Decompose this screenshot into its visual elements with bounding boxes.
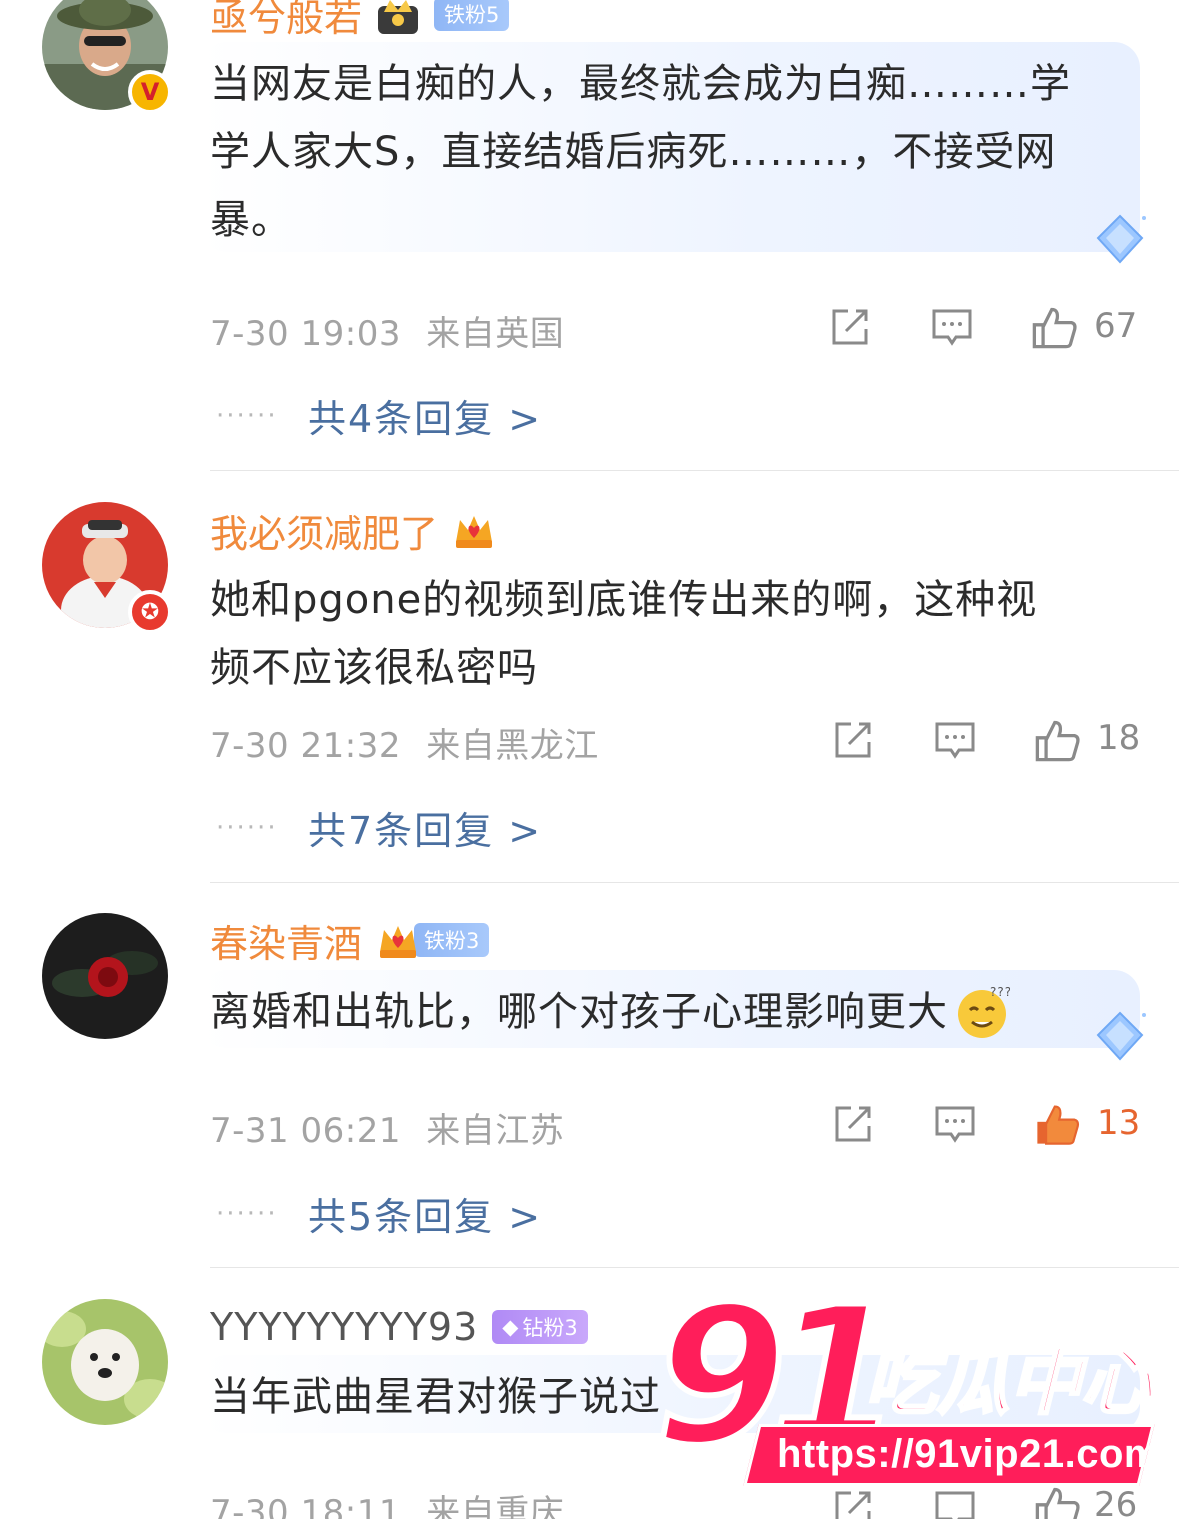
name-row: 春染青酒 铁粉3 [210, 910, 490, 970]
diamond-fan-badge-label: 钻粉3 [522, 1316, 578, 1340]
thinking-emoji-icon: ??? [958, 985, 1010, 1038]
comment-location: 来自英国 [426, 314, 565, 354]
view-replies-link[interactable]: 共7条回复 > [308, 800, 542, 855]
diamond-gem-icon [1096, 1011, 1146, 1061]
comment-meta: 7-31 06:21 来自江苏 [210, 1103, 564, 1152]
username[interactable]: 春染青酒 [210, 913, 362, 968]
avatar[interactable] [42, 1299, 168, 1425]
comment-text: 当网友是白痴的人，最终就会成为白痴………学 学人家大S，直接结婚后病死………，不… [210, 50, 1130, 254]
thumbs-up-icon[interactable] [1033, 716, 1081, 764]
like-count: 18 [1097, 718, 1141, 758]
view-replies-link[interactable]: 共5条回复 > [308, 1186, 542, 1241]
star-icon: ✪ [140, 599, 160, 625]
user-avatar-image [42, 913, 168, 1039]
comment-2: ✪ 我必须减肥了 她和pgone的视频到底谁传出来的啊，这种视 频不应该很私密吗… [0, 470, 1179, 882]
avatar[interactable] [42, 913, 168, 1039]
verified-v-badge: V [128, 70, 172, 114]
replies-row[interactable]: ······ 共4条回复 > [216, 388, 542, 443]
comment-text-line: 频不应该很私密吗 [210, 645, 538, 691]
site-watermark: 91 吃瓜中心 https://91vip21.com [652, 1269, 1165, 1506]
comment-text-line: 学人家大S，直接结婚后病死………，不接受网 [210, 129, 1057, 175]
share-icon[interactable] [831, 718, 875, 762]
comment-text: 离婚和出轨比，哪个对孩子心理影响更大 ??? [210, 978, 1130, 1046]
comment-meta: 7-30 21:32 来自黑龙江 [210, 718, 599, 767]
dots: ······ [216, 812, 278, 843]
comment-location: 来自重庆 [426, 1493, 565, 1519]
comment-text-line: 暴。 [210, 197, 292, 243]
diamond-fan-badge: ◆ 钻粉3 [492, 1310, 588, 1344]
comment-time: 7-31 06:21 [210, 1111, 401, 1151]
comment-location: 来自黑龙江 [426, 726, 599, 766]
diamond-gem-icon [1096, 214, 1146, 264]
verified-v-icon: V [140, 78, 160, 106]
member-star-badge: ✪ [128, 590, 172, 634]
like-count: 67 [1094, 306, 1138, 346]
comment-time: 7-30 19:03 [210, 314, 401, 354]
comment-time: 7-30 21:32 [210, 726, 401, 766]
iron-fan-badge: 铁粉5 [434, 0, 510, 31]
name-row: 我必须减肥了 [210, 500, 496, 560]
comment-text-line-content: 离婚和出轨比，哪个对孩子心理影响更大 [210, 989, 948, 1035]
name-row: 亟兮般若 铁粉5 [210, 0, 510, 44]
thumbs-up-liked-icon[interactable] [1033, 1100, 1081, 1148]
iron-fan-badge: 铁粉3 [414, 923, 490, 957]
crown-icon [378, 0, 419, 34]
svg-text:???: ??? [990, 985, 1010, 999]
name-row: YYYYYYYYY93 ◆ 钻粉3 [210, 1297, 588, 1357]
comment-3: 春染青酒 铁粉3 离婚和出轨比，哪个对孩子心理影响更大 ??? 7-31 06:… [0, 882, 1179, 1267]
comment-1: V 亟兮般若 铁粉5 当网友是白痴的人，最终就会成为白痴………学 学人家大S，直… [0, 0, 1179, 470]
comment-time: 7-30 18:11 [210, 1493, 401, 1519]
comment-meta: 7-30 18:11 来自重庆 [210, 1485, 564, 1519]
comment-text-line: 离婚和出轨比，哪个对孩子心理影响更大 ??? [210, 978, 1130, 1046]
username[interactable]: 亟兮般若 [210, 0, 362, 42]
comment-icon[interactable] [933, 1102, 977, 1146]
comment-text: 她和pgone的视频到底谁传出来的啊，这种视 频不应该很私密吗 [210, 566, 1130, 702]
dots: ······ [216, 1198, 278, 1229]
crown-icon [456, 516, 493, 548]
badge-group: 铁粉3 [376, 918, 490, 962]
comment-meta: 7-30 19:03 来自英国 [210, 306, 564, 355]
share-icon[interactable] [831, 1102, 875, 1146]
username[interactable]: 我必须减肥了 [210, 503, 438, 558]
view-replies-link[interactable]: 共4条回复 > [308, 388, 542, 443]
user-avatar-image [42, 1299, 168, 1425]
comment-text-line: 她和pgone的视频到底谁传出来的啊，这种视 [210, 577, 1038, 623]
thumbs-up-icon[interactable] [1030, 303, 1078, 351]
share-icon[interactable] [828, 305, 872, 349]
watermark-title: 吃瓜中心 [863, 1340, 1154, 1424]
username[interactable]: YYYYYYYYY93 [210, 1305, 478, 1349]
watermark-url: https://91vip21.com [777, 1432, 1160, 1476]
replies-row[interactable]: ······ 共7条回复 > [216, 800, 542, 855]
like-count: 13 [1097, 1103, 1141, 1143]
comment-icon[interactable] [930, 305, 974, 349]
dots: ······ [216, 400, 278, 431]
replies-row[interactable]: ······ 共5条回复 > [216, 1186, 542, 1241]
comment-icon[interactable] [933, 718, 977, 762]
crown-icon [380, 926, 417, 958]
comment-location: 来自江苏 [426, 1111, 565, 1151]
diamond-icon: ◆ [502, 1315, 519, 1339]
comment-text-line: 当网友是白痴的人，最终就会成为白痴………学 [210, 61, 1071, 107]
